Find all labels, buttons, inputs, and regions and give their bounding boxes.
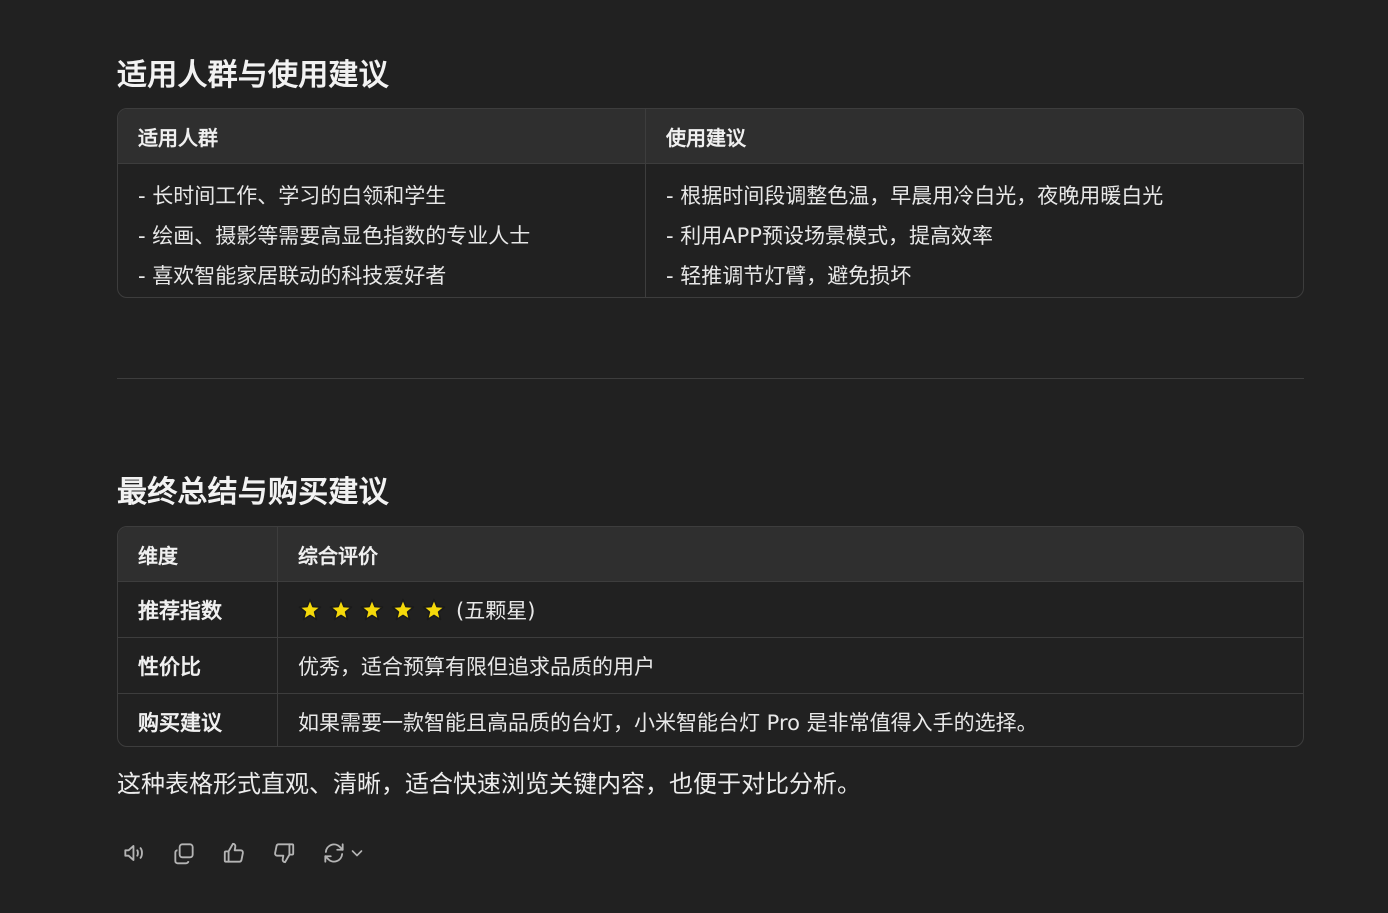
summary-text: 这种表格形式直观、清晰，适合快速浏览关键内容，也便于对比分析。: [117, 770, 861, 798]
rating-text: (五颗星): [456, 598, 536, 623]
table-row: 性价比 优秀，适合预算有限但追求品质的用户: [118, 638, 1303, 694]
row-value: (五颗星): [278, 582, 1303, 637]
star-rating: [298, 598, 446, 622]
header-cell-audience: 适用人群: [118, 109, 646, 163]
read-aloud-button[interactable]: [117, 836, 151, 870]
chevron-down-icon: [351, 850, 363, 857]
bad-response-button[interactable]: [267, 836, 301, 870]
regenerate-button[interactable]: [317, 836, 369, 870]
star-icon: [391, 598, 415, 620]
thumbs-down-icon: [274, 843, 295, 864]
section-title-summary: 最终总结与购买建议: [117, 475, 389, 510]
thumbs-up-icon: [223, 842, 244, 863]
table-row: 购买建议 如果需要一款智能且高品质的台灯，小米智能台灯 Pro 是非常值得入手的…: [118, 694, 1303, 746]
cell-usage-list: - 根据时间段调整色温，早晨用冷白光，夜晚用暖白光 - 利用APP预设场景模式，…: [646, 164, 1303, 297]
table-header: 维度 综合评价: [118, 527, 1303, 582]
list-item: - 根据时间段调整色温，早晨用冷白光，夜晚用暖白光: [666, 184, 1164, 208]
list-item: - 绘画、摄影等需要高显色指数的专业人士: [138, 224, 531, 248]
cell-audience-list: - 长时间工作、学习的白领和学生 - 绘画、摄影等需要高显色指数的专业人士 - …: [118, 164, 646, 297]
star-icon: [360, 598, 384, 620]
section-title-audience: 适用人群与使用建议: [117, 58, 389, 93]
header-cell-evaluation: 综合评价: [298, 543, 378, 568]
table-row: 推荐指数 (五颗星): [118, 582, 1303, 638]
table-header: 适用人群 使用建议: [118, 109, 1303, 164]
list-item: - 利用APP预设场景模式，提高效率: [666, 224, 993, 248]
copy-icon: [174, 843, 194, 865]
header-cell-dimension: 维度: [118, 527, 278, 581]
regenerate-icon: [324, 843, 344, 863]
copy-button[interactable]: [167, 836, 201, 870]
row-label: 性价比: [118, 638, 278, 693]
row-label: 推荐指数: [118, 582, 278, 637]
message-actions: [117, 836, 369, 870]
good-response-button[interactable]: [217, 836, 251, 870]
table-row: - 长时间工作、学习的白领和学生 - 绘画、摄影等需要高显色指数的专业人士 - …: [118, 164, 1303, 297]
audience-table: 适用人群 使用建议 - 长时间工作、学习的白领和学生 - 绘画、摄影等需要高显色…: [117, 108, 1304, 298]
chat-response-page: 适用人群与使用建议 适用人群 使用建议 - 长时间工作、学习的白领和学生 - 绘…: [0, 0, 1388, 913]
list-item: - 轻推调节灯臂，避免损坏: [666, 264, 912, 288]
summary-table: 维度 综合评价 推荐指数 (五颗星) 性价比 优秀，适合预算有限但追求品质的用户…: [117, 526, 1304, 747]
row-value: 优秀，适合预算有限但追求品质的用户: [298, 654, 655, 679]
list-item: - 长时间工作、学习的白领和学生: [138, 184, 447, 208]
horizontal-divider: [117, 378, 1304, 379]
row-value: 如果需要一款智能且高品质的台灯，小米智能台灯 Pro 是非常值得入手的选择。: [298, 710, 1038, 735]
list-item: - 喜欢智能家居联动的科技爱好者: [138, 264, 447, 288]
star-icon: [329, 598, 353, 620]
star-icon: [298, 598, 322, 620]
star-icon: [422, 598, 446, 620]
speaker-icon: [124, 845, 143, 861]
row-label: 购买建议: [118, 694, 278, 746]
header-cell-usage: 使用建议: [666, 125, 746, 150]
